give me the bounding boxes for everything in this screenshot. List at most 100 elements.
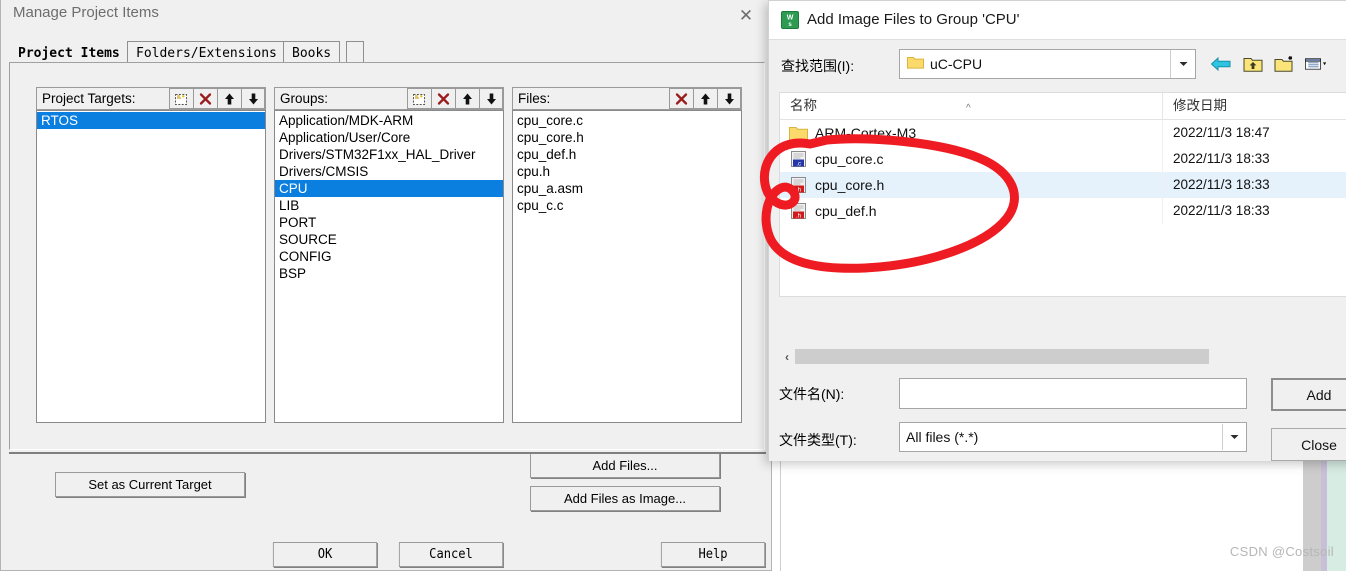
back-arrow-icon[interactable] <box>1209 52 1233 76</box>
add-button[interactable]: Add <box>1271 378 1346 411</box>
file-type-value: All files (*.*) <box>906 429 979 445</box>
list-item[interactable]: Application/User/Core <box>275 129 503 146</box>
file-name-label: cpu_core.c <box>815 151 884 167</box>
move-up-icon[interactable] <box>693 88 717 109</box>
tab-folders-extensions[interactable]: Folders/Extensions <box>127 41 286 63</box>
list-item[interactable]: CONFIG <box>275 248 503 265</box>
groups-header: Groups: <box>274 87 504 110</box>
list-item[interactable]: RTOS <box>37 112 265 129</box>
files-listbox[interactable]: cpu_core.c cpu_core.h cpu_def.h cpu.h cp… <box>512 110 742 423</box>
project-targets-listbox[interactable]: RTOS <box>36 110 266 423</box>
svg-text:.c: .c <box>796 161 801 167</box>
folder-icon <box>907 55 924 74</box>
file-list-view[interactable]: 名称 ^ 修改日期 ARM-Cortex-M3 2022/11/3 18:47 <box>779 92 1346 297</box>
add-files-as-image-button[interactable]: Add Files as Image... <box>530 486 720 511</box>
h-file-icon: .h <box>789 176 808 194</box>
chevron-down-icon[interactable] <box>1170 50 1195 78</box>
move-down-icon[interactable] <box>717 88 741 109</box>
file-list-row[interactable]: .h cpu_def.h 2022/11/3 18:33 <box>780 198 1346 224</box>
files-header: Files: <box>512 87 742 110</box>
up-folder-icon[interactable] <box>1241 52 1265 76</box>
list-item[interactable]: PORT <box>275 214 503 231</box>
column-header-name[interactable]: 名称 ^ <box>780 93 1162 119</box>
dialog-divider <box>9 452 766 454</box>
add-files-button[interactable]: Add Files... <box>530 453 720 478</box>
svg-text:.h: .h <box>796 213 801 219</box>
views-icon[interactable] <box>1305 52 1329 76</box>
tab-filler <box>346 41 364 63</box>
svg-text:.h: .h <box>796 187 801 193</box>
scrollbar-thumb[interactable] <box>795 349 1209 364</box>
list-item[interactable]: Drivers/STM32F1xx_HAL_Driver <box>275 146 503 163</box>
column-header-date[interactable]: 修改日期 <box>1162 93 1346 119</box>
list-item[interactable]: cpu_core.h <box>513 129 741 146</box>
file-type-combobox[interactable]: All files (*.*) <box>899 422 1247 452</box>
new-item-icon[interactable] <box>407 88 431 109</box>
file-name-input[interactable] <box>899 378 1247 409</box>
move-up-icon[interactable] <box>455 88 479 109</box>
delete-icon[interactable] <box>193 88 217 109</box>
list-item[interactable]: Drivers/CMSIS <box>275 163 503 180</box>
list-item[interactable]: cpu.h <box>513 163 741 180</box>
look-in-value: uC-CPU <box>930 56 983 72</box>
file-dialog-body: 查找范围(I): uC-CPU 名称 ^ 修改日期 ARM-Cortex-M3 … <box>769 39 1346 461</box>
file-name-label: ARM-Cortex-M3 <box>815 125 917 141</box>
file-date-cell: 2022/11/3 18:33 <box>1162 172 1346 198</box>
file-date-cell: 2022/11/3 18:47 <box>1162 120 1346 146</box>
file-list-row[interactable]: .c cpu_core.c 2022/11/3 18:33 <box>780 146 1346 172</box>
list-item[interactable]: cpu_c.c <box>513 197 741 214</box>
new-folder-icon[interactable] <box>1273 52 1297 76</box>
ok-button[interactable]: OK <box>272 542 378 567</box>
groups-label: Groups: <box>280 91 329 106</box>
close-icon[interactable]: ✕ <box>725 1 767 29</box>
file-name-cell: ARM-Cortex-M3 <box>780 125 1162 141</box>
help-button[interactable]: Help <box>660 542 766 567</box>
add-image-files-dialog: W s Add Image Files to Group 'CPU' 查找范围(… <box>768 0 1346 461</box>
list-item[interactable]: cpu_def.h <box>513 146 741 163</box>
list-item-selected[interactable]: CPU <box>275 180 503 197</box>
file-type-field-label: 文件类型(T): <box>779 432 857 448</box>
folder-icon <box>789 125 808 141</box>
file-list-horizontal-scrollbar[interactable]: ‹ <box>779 348 1209 365</box>
close-button[interactable]: Close <box>1271 428 1346 461</box>
chevron-down-icon[interactable] <box>1222 424 1245 450</box>
list-item[interactable]: LIB <box>275 197 503 214</box>
list-item[interactable]: Application/MDK-ARM <box>275 112 503 129</box>
file-name-label: cpu_def.h <box>815 203 877 219</box>
file-list-row-selected[interactable]: .h cpu_core.h 2022/11/3 18:33 <box>780 172 1346 198</box>
move-down-icon[interactable] <box>479 88 503 109</box>
c-file-icon: .c <box>789 150 808 168</box>
file-name-cell: .c cpu_core.c <box>780 150 1162 168</box>
scroll-left-icon[interactable]: ‹ <box>779 350 795 364</box>
file-list-row[interactable]: ARM-Cortex-M3 2022/11/3 18:47 <box>780 120 1346 146</box>
delete-icon[interactable] <box>431 88 455 109</box>
screenshot-root: Manage Project Items ✕ Project Items Fol… <box>0 0 1346 571</box>
file-date-cell: 2022/11/3 18:33 <box>1162 146 1346 172</box>
list-item[interactable]: cpu_a.asm <box>513 180 741 197</box>
look-in-combobox[interactable]: uC-CPU <box>899 49 1196 79</box>
file-dialog-toolbar <box>1209 50 1329 78</box>
svg-text:W: W <box>787 15 794 22</box>
delete-icon[interactable] <box>669 88 693 109</box>
list-item[interactable]: cpu_core.c <box>513 112 741 129</box>
tab-strip: Project Items Folders/Extensions Books <box>9 41 765 65</box>
groups-listbox[interactable]: Application/MDK-ARM Application/User/Cor… <box>274 110 504 423</box>
files-label: Files: <box>518 91 551 106</box>
file-date-cell: 2022/11/3 18:33 <box>1162 198 1346 224</box>
move-down-icon[interactable] <box>241 88 265 109</box>
cancel-button[interactable]: Cancel <box>398 542 504 567</box>
project-targets-header: Project Targets: <box>36 87 266 110</box>
file-name-cell: .h cpu_core.h <box>780 176 1162 194</box>
list-item[interactable]: BSP <box>275 265 503 282</box>
column-header-name-label: 名称 <box>790 98 817 113</box>
csdn-watermark: CSDN @Costsoil <box>1229 544 1334 559</box>
set-as-current-target-button[interactable]: Set as Current Target <box>55 472 245 497</box>
file-name-field-label: 文件名(N): <box>779 386 845 402</box>
tab-books[interactable]: Books <box>283 41 341 63</box>
keil-uvision-icon: W s <box>781 11 799 29</box>
list-item[interactable]: SOURCE <box>275 231 503 248</box>
move-up-icon[interactable] <box>217 88 241 109</box>
new-item-icon[interactable] <box>169 88 193 109</box>
project-targets-label: Project Targets: <box>42 91 136 106</box>
h-file-icon: .h <box>789 202 808 220</box>
